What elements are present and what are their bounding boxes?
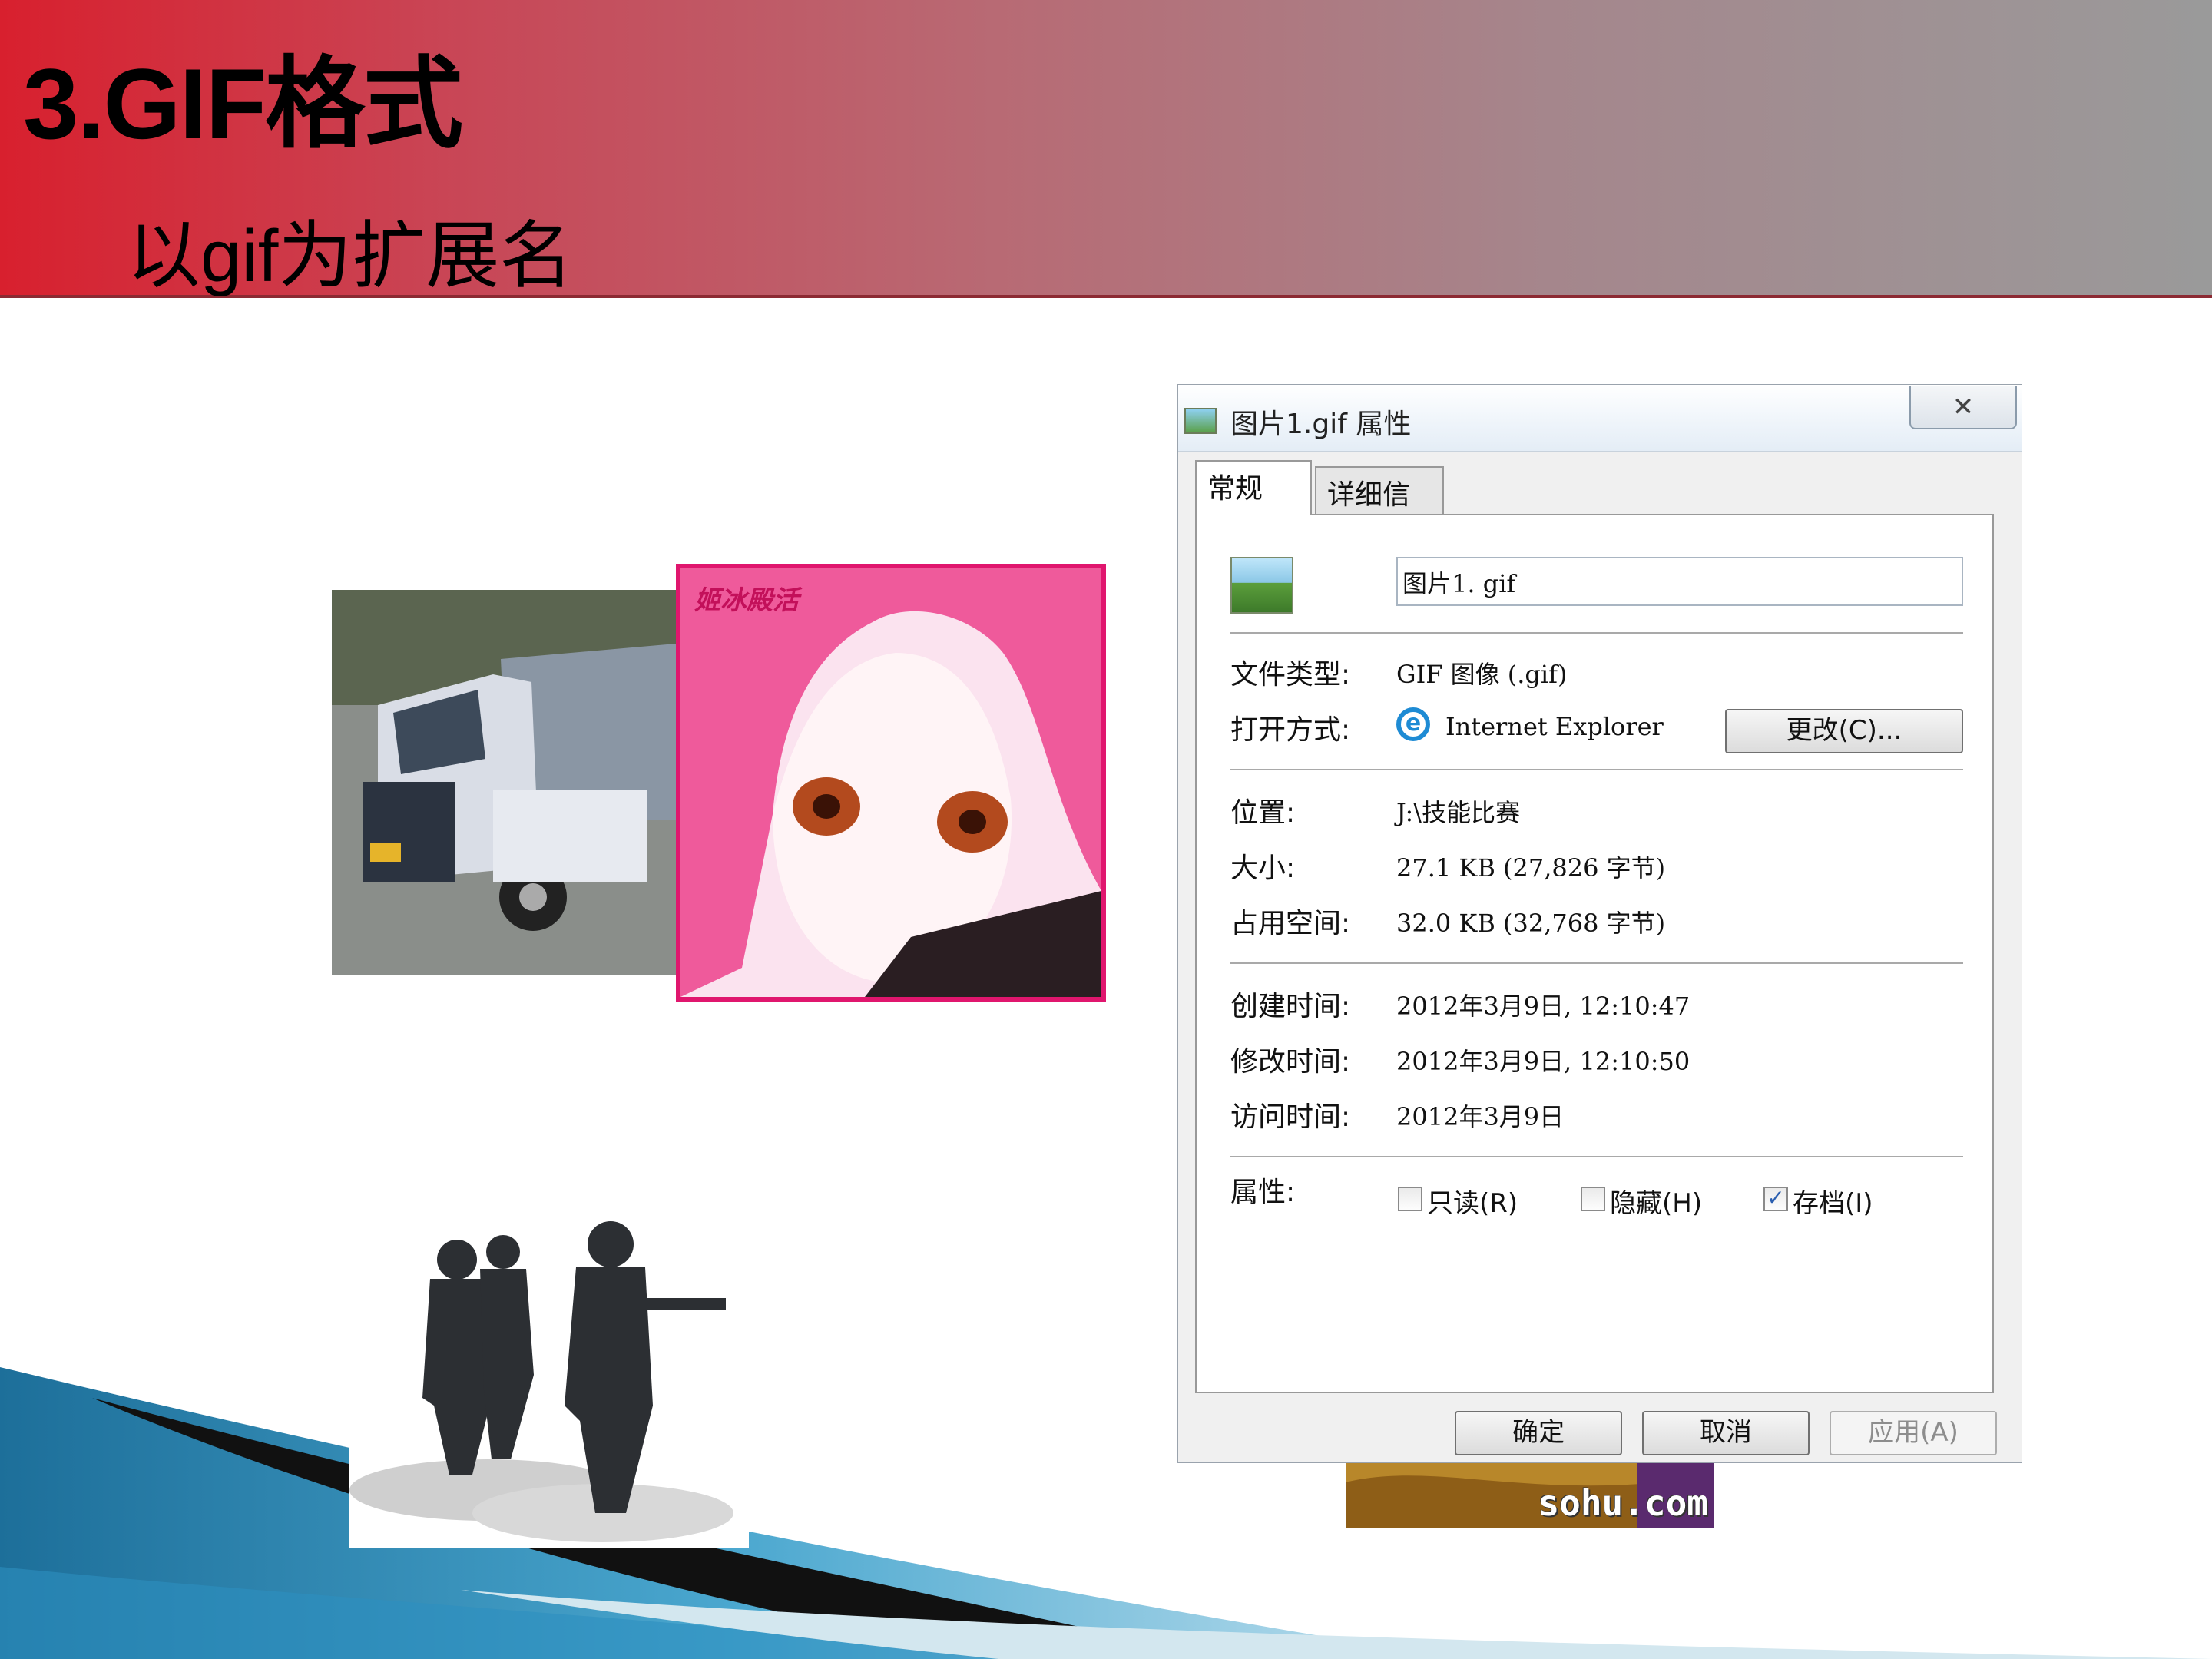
location-value: J:\技能比赛 — [1396, 798, 1521, 827]
file-type-label: 文件类型: — [1230, 659, 1351, 690]
slide-title: 3.GIF格式 — [23, 48, 463, 160]
file-type-value: GIF 图像 (.gif) — [1396, 660, 1568, 689]
anime-girl-image: 姬冰殿活 — [676, 564, 1106, 1002]
dialog-titlebar[interactable]: 图片1.gif 属性 ✕ — [1178, 385, 2022, 452]
truck-image — [332, 590, 676, 975]
disk-size-label: 占用空间: — [1230, 908, 1351, 939]
filename-field[interactable]: 图片1. gif — [1396, 557, 1963, 606]
anime-watermark: 姬冰殿活 — [694, 585, 799, 616]
sohu-logo-text: sohu.com — [1538, 1482, 1708, 1524]
slide-subtitle: 以gif为扩展名 — [127, 215, 574, 297]
disk-size-value: 32.0 KB (32,768 字节) — [1396, 909, 1666, 938]
tab-details[interactable]: 详细信息 — [1315, 466, 1444, 551]
open-with-label: 打开方式: — [1230, 714, 1351, 746]
archive-label: 存档(I) — [1793, 1188, 1873, 1219]
accessed-value: 2012年3月9日 — [1396, 1102, 1565, 1131]
attributes-label: 属性: — [1230, 1177, 1296, 1208]
internet-explorer-icon: e — [1396, 707, 1430, 741]
ok-button[interactable]: 确定 — [1455, 1411, 1622, 1455]
close-button[interactable]: ✕ — [1909, 386, 2017, 429]
cancel-button[interactable]: 取消 — [1642, 1411, 1810, 1455]
soldiers-image — [349, 1206, 749, 1548]
image-file-icon — [1184, 408, 1217, 434]
readonly-label: 只读(R) — [1427, 1188, 1518, 1219]
modified-value: 2012年3月9日, 12:10:50 — [1396, 1047, 1690, 1076]
created-value: 2012年3月9日, 12:10:47 — [1396, 992, 1690, 1021]
size-label: 大小: — [1230, 853, 1296, 884]
separator — [1230, 962, 1963, 964]
checkmark-icon: ✓ — [1767, 1185, 1785, 1210]
anime-girl-illustration — [680, 568, 1101, 997]
general-tab-panel: 图片1. gif 文件类型: GIF 图像 (.gif) 打开方式: e Int… — [1195, 514, 1994, 1393]
separator — [1230, 632, 1963, 634]
truck-illustration — [332, 590, 676, 975]
archive-checkbox[interactable]: ✓ — [1763, 1187, 1788, 1211]
image-file-icon — [1230, 557, 1293, 614]
hidden-label: 隐藏(H) — [1610, 1188, 1703, 1219]
readonly-checkbox[interactable] — [1398, 1187, 1422, 1211]
apply-button[interactable]: 应用(A) — [1830, 1411, 1997, 1455]
location-label: 位置: — [1230, 797, 1296, 829]
modified-label: 修改时间: — [1230, 1046, 1351, 1078]
hidden-checkbox[interactable] — [1581, 1187, 1605, 1211]
open-with-value: Internet Explorer — [1445, 712, 1664, 741]
properties-dialog: 图片1.gif 属性 ✕ 常规 详细信息 图片1. gif 文件类型: GIF … — [1177, 384, 2022, 1463]
dialog-title: 图片1.gif 属性 — [1230, 409, 1412, 440]
separator — [1230, 1156, 1963, 1157]
created-label: 创建时间: — [1230, 991, 1351, 1022]
accessed-label: 访问时间: — [1230, 1101, 1351, 1133]
size-value: 27.1 KB (27,826 字节) — [1396, 853, 1666, 882]
tab-general[interactable]: 常规 — [1195, 460, 1312, 515]
separator — [1230, 769, 1963, 770]
soldiers-illustration — [349, 1221, 733, 1542]
change-button[interactable]: 更改(C)... — [1725, 709, 1963, 753]
